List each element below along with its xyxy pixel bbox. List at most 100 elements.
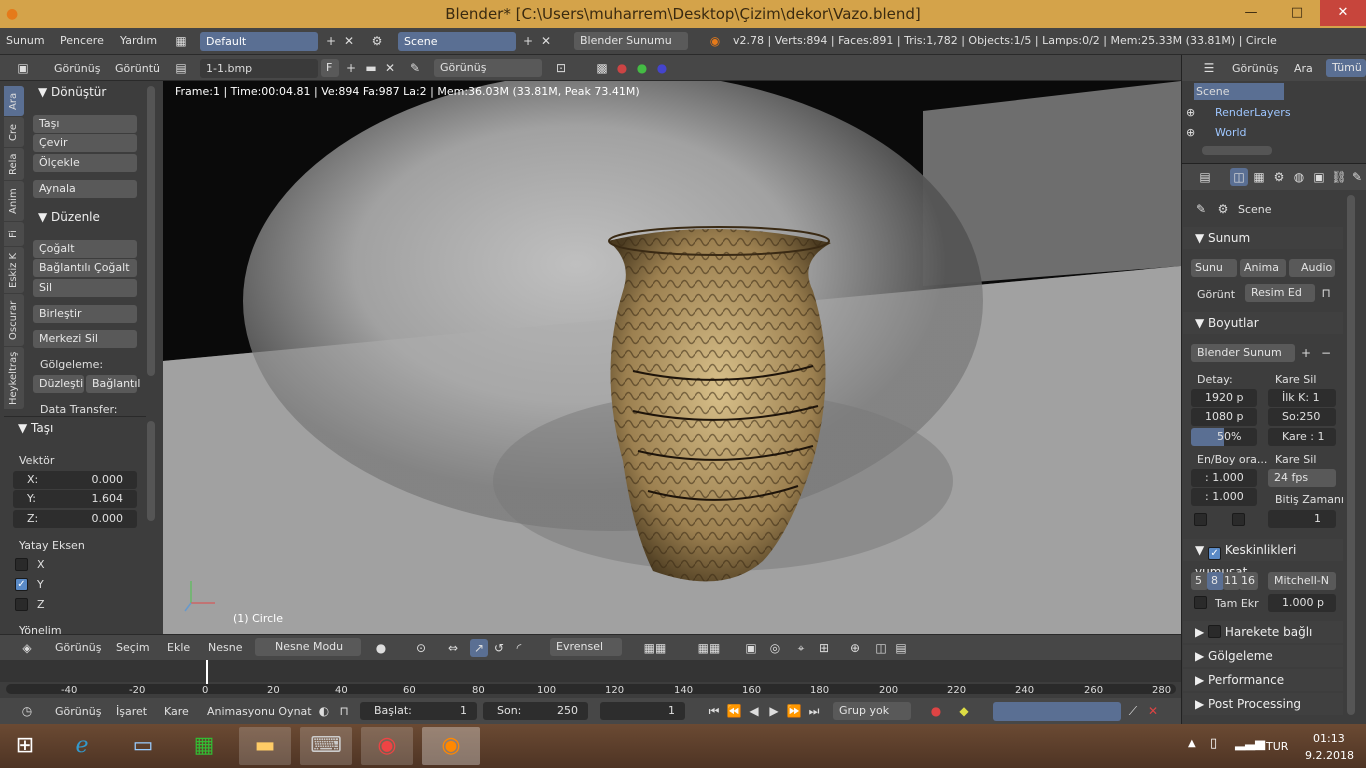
pin-icon[interactable]: ✎ — [406, 59, 424, 77]
layers-grid-icon[interactable]: ▦▦ — [632, 639, 678, 657]
tab-tools[interactable]: Ara — [4, 86, 24, 116]
render-anim-button[interactable]: Anima — [1240, 259, 1286, 277]
explorer-icon[interactable]: ▬ — [239, 727, 291, 765]
play-reverse-icon[interactable]: ◀ — [745, 702, 763, 720]
render-engine-select[interactable]: Blender Sunumu — [574, 32, 688, 50]
set-origin-select[interactable]: Merkezi Sil — [33, 330, 137, 348]
insert-key-icon[interactable]: ⟋ — [1124, 702, 1142, 720]
renderlayers-item[interactable]: RenderLayers — [1215, 106, 1291, 119]
display-mode-select[interactable]: Tümü — [1326, 59, 1366, 77]
rotate-button[interactable]: Çevir — [33, 134, 137, 152]
add-preset-icon[interactable]: + — [1297, 344, 1315, 362]
snap-element-icon[interactable]: ⊞ — [815, 639, 833, 657]
menu-add[interactable]: Ekle — [167, 641, 190, 654]
vector-z-field[interactable]: Z: 0.000 — [13, 510, 137, 528]
menu-object[interactable]: Nesne — [208, 641, 242, 654]
aspect-y-field[interactable]: : 1.000 — [1191, 488, 1257, 506]
border-checkbox[interactable] — [1194, 513, 1207, 526]
crop-checkbox[interactable] — [1232, 513, 1245, 526]
aa-filter-select[interactable]: Mitchell-N — [1268, 572, 1336, 590]
framerate-select[interactable]: 24 fps — [1268, 469, 1336, 487]
expand-icon[interactable]: ⊕ — [1186, 126, 1195, 139]
clock-time[interactable]: 01:13 — [1313, 732, 1345, 745]
delete-button[interactable]: Sil — [33, 279, 137, 297]
motion-blur-checkbox[interactable] — [1208, 625, 1222, 638]
manipulator-icon[interactable]: ⇔ — [444, 639, 462, 657]
scene-icon[interactable]: ⚙ — [368, 32, 386, 50]
current-frame-field[interactable]: 1 — [600, 702, 685, 720]
filter-size-field[interactable]: 1.000 p — [1268, 594, 1336, 612]
aspect-x-field[interactable]: : 1.000 — [1191, 469, 1257, 487]
panel-dimensions-header[interactable]: ▼ Boyutlar — [1183, 312, 1343, 334]
next-keyframe-icon[interactable]: ⏩ — [785, 702, 803, 720]
translate-button[interactable]: Taşı — [33, 115, 137, 133]
object-mode-select[interactable]: Nesne Modu — [255, 638, 361, 656]
lenovo-icon[interactable]: ▭ — [117, 727, 169, 765]
play-icon[interactable]: ▶ — [765, 702, 783, 720]
constraints-tab-icon[interactable]: ⛓ — [1330, 168, 1348, 186]
properties-scrollbar[interactable] — [1347, 195, 1355, 715]
image-browse-icon[interactable]: ▤ — [172, 59, 190, 77]
time-remap-field[interactable]: 1 — [1268, 510, 1336, 528]
render-icon[interactable]: ◫ — [872, 639, 890, 657]
menu-view[interactable]: Görünüş — [54, 62, 100, 75]
panel-antialiasing-header[interactable]: ▼ ✓ Keskinlikleri yumuşat — [1183, 539, 1343, 579]
vector-y-field[interactable]: Y: 1.604 — [13, 490, 137, 508]
red-channel-icon[interactable]: ● — [613, 59, 631, 77]
fake-user-button[interactable]: F — [321, 59, 339, 77]
world-tab-icon[interactable]: ◍ — [1290, 168, 1308, 186]
prev-keyframe-icon[interactable]: ⏪ — [725, 702, 743, 720]
tool-shelf-scrollbar[interactable] — [147, 86, 155, 376]
add-layout-icon[interactable]: + — [322, 32, 340, 50]
resolution-percent-field[interactable]: 50% — [1191, 428, 1257, 446]
menu-frame[interactable]: Kare — [164, 705, 189, 718]
antialiasing-checkbox[interactable]: ✓ — [1208, 547, 1222, 560]
properties-editor-icon[interactable]: ▤ — [1196, 168, 1214, 186]
panel-performance-header[interactable]: ▶ Performance — [1183, 669, 1343, 691]
close-button[interactable]: ✕ — [1320, 0, 1366, 26]
constraint-x-checkbox[interactable] — [15, 558, 28, 571]
panel-post-processing-header[interactable]: ▶ Post Processing — [1183, 693, 1343, 715]
proportional-edit-icon[interactable]: ◎ — [766, 639, 784, 657]
resolution-x-field[interactable]: 1920 p — [1191, 389, 1257, 407]
screen-layout-icon[interactable]: ▦ — [172, 32, 190, 50]
render-still-button[interactable]: Sunu — [1191, 259, 1237, 277]
snap-icon[interactable]: ⌖ — [792, 639, 810, 657]
frame-end-field[interactable]: So:250 — [1268, 408, 1336, 426]
add-scene-icon[interactable]: + — [519, 32, 537, 50]
tab-sculpt[interactable]: Heykeltraş — [4, 347, 24, 409]
panel-render-header[interactable]: ▼ Sunum — [1183, 227, 1343, 249]
menu-outliner-search[interactable]: Ara — [1294, 62, 1313, 75]
language-indicator[interactable]: TUR — [1266, 740, 1288, 753]
menu-render[interactable]: Sunum — [6, 34, 45, 47]
scale-manip-icon[interactable]: ◜ — [510, 639, 528, 657]
tab-relations[interactable]: Rela — [4, 148, 24, 180]
scene-tab-icon[interactable]: ⚙ — [1270, 168, 1288, 186]
aa-samples-5[interactable]: 5 — [1191, 572, 1208, 590]
tab-physics[interactable]: Fi — [4, 222, 24, 246]
snap-target-icon[interactable]: ⊕ — [846, 639, 864, 657]
menu-image[interactable]: Görüntü — [115, 62, 160, 75]
world-item[interactable]: World — [1215, 126, 1247, 139]
constraint-z-checkbox[interactable] — [15, 598, 28, 611]
layout-field[interactable]: Default — [200, 32, 318, 51]
full-sample-checkbox[interactable] — [1194, 596, 1207, 609]
panel-shading-header[interactable]: ▶ Gölgeleme — [1183, 645, 1343, 667]
menu-help[interactable]: Yardım — [120, 34, 157, 47]
editor-type-icon[interactable]: ▣ — [14, 59, 32, 77]
join-button[interactable]: Birleştir — [33, 305, 137, 323]
open-folder-icon[interactable]: ▬ — [362, 59, 380, 77]
expand-icon[interactable]: ⊕ — [1186, 106, 1195, 119]
tray-arrow-icon[interactable]: ▲ — [1188, 738, 1196, 749]
jump-end-icon[interactable]: ⏭ — [805, 702, 823, 720]
transform-orientation-select[interactable]: Evrensel — [550, 638, 622, 656]
chrome-icon[interactable]: ◉ — [361, 727, 413, 765]
lock-range-icon[interactable]: ⊓ — [335, 702, 353, 720]
aa-samples-8[interactable]: 8 — [1207, 572, 1224, 590]
view-mode-select[interactable]: Görünüş — [434, 59, 542, 77]
frame-start-field[interactable]: İlk K: 1 — [1268, 389, 1336, 407]
tab-create[interactable]: Cre — [4, 117, 24, 147]
outliner-scrollbar[interactable] — [1202, 146, 1272, 155]
keying-set-field[interactable] — [993, 702, 1121, 721]
render-preset-select[interactable]: Blender Sunum — [1191, 344, 1295, 362]
